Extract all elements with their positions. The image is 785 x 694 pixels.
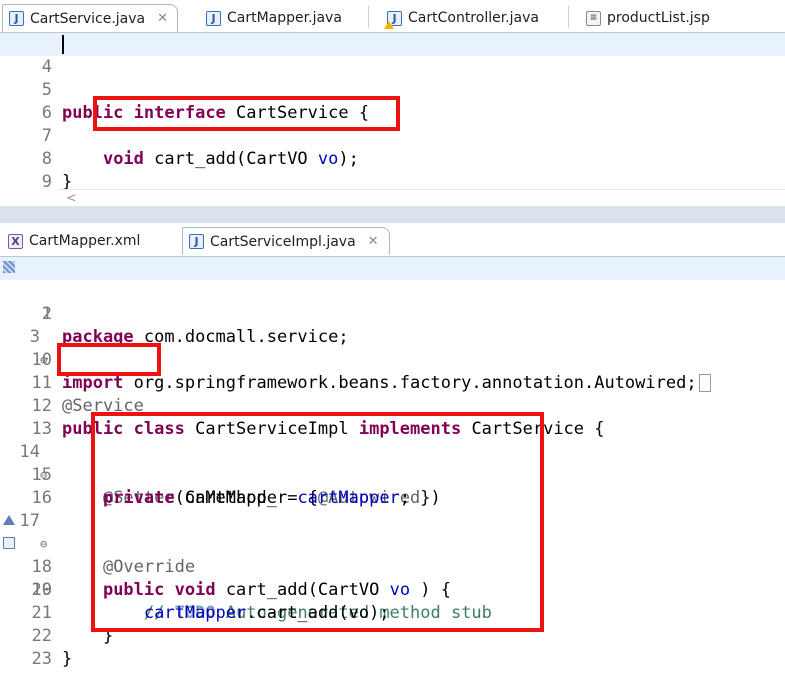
tab-productlist-jsp[interactable]: ≡ productList.jsp xyxy=(580,4,740,32)
code-line: 1 package com.docmall.service; xyxy=(0,257,785,347)
bottom-editor-tabbar: X CartMapper.xml J CartServiceImpl.java … xyxy=(0,223,785,257)
ruler-mark-icon xyxy=(3,261,15,273)
code-line: 19 // TODO Auto-generated method stub xyxy=(0,533,785,623)
java-file-icon: J xyxy=(189,234,204,249)
tab-cartmapper-xml[interactable]: X CartMapper.xml xyxy=(2,227,162,255)
code-line: 13 xyxy=(0,395,785,439)
java-file-icon: J xyxy=(9,11,24,26)
close-icon[interactable]: ✕ xyxy=(368,234,379,249)
tab-separator xyxy=(568,6,569,28)
tab-cartserviceimpl-java[interactable]: J CartServiceImpl.java ✕ xyxy=(182,227,390,255)
code-line: 18 public void cart_add(CartVO vo ) { xyxy=(0,510,785,600)
code-line: 22 } xyxy=(0,602,785,669)
cartservice-editor[interactable]: 4 5 public interface CartService { 6 7 v… xyxy=(0,33,785,215)
jsp-file-icon: ≡ xyxy=(586,10,601,26)
top-editor-tabbar: J CartService.java ✕ J CartMapper.java J… xyxy=(0,0,785,33)
override-marker-icon[interactable] xyxy=(3,515,15,525)
code-line: 16 xyxy=(0,464,785,508)
code-line: 3 ⊕ import org.springframework.beans.fac… xyxy=(0,303,785,393)
code-line: 7 void cart_add(CartVO vo); xyxy=(0,102,785,169)
code-line: 10 xyxy=(0,326,785,370)
tab-cartcontroller-java[interactable]: J CartController.java xyxy=(381,4,561,32)
code-line: 12 public class CartServiceImpl implemen… xyxy=(0,372,785,439)
xml-file-icon: X xyxy=(8,233,23,249)
code-line: 6 xyxy=(0,79,785,123)
tab-label: CartController.java xyxy=(408,10,539,26)
horizontal-scrollbar[interactable]: < xyxy=(58,189,785,207)
code-line: 11 @Service xyxy=(0,349,785,416)
cartserviceimpl-editor[interactable]: 1 package com.docmall.service; 2 3 ⊕ imp… xyxy=(0,257,785,693)
close-icon[interactable]: ✕ xyxy=(157,11,168,26)
tab-label: CartMapper.xml xyxy=(29,233,141,249)
scroll-left-icon[interactable]: < xyxy=(66,191,77,206)
code-line: 9 xyxy=(0,148,785,192)
tab-cartservice-java[interactable]: J CartService.java ✕ xyxy=(2,4,178,32)
code-line: 5 public interface CartService { xyxy=(0,56,785,123)
code-line: 17 ⊖ @Override xyxy=(0,487,785,577)
code-line: 20 cartMapper.cart_add(vo); xyxy=(0,556,785,623)
code-line: 14 ⊖ @Setter(onMethod_ = {@Autowired}) xyxy=(0,418,785,508)
line-number: 9 xyxy=(41,172,52,192)
tab-cartmapper-java[interactable]: J CartMapper.java xyxy=(200,4,360,32)
code-line: 2 xyxy=(0,280,785,324)
code-text: } xyxy=(62,649,73,669)
tab-label: CartService.java xyxy=(30,10,146,27)
tab-label: productList.jsp xyxy=(607,10,710,26)
java-file-warning-icon: J xyxy=(384,10,402,29)
tab-label: CartMapper.java xyxy=(227,10,342,26)
tab-separator xyxy=(368,6,369,28)
tab-label: CartServiceImpl.java xyxy=(210,233,356,250)
code-line: 21 } xyxy=(0,579,785,646)
editor-split-divider[interactable] xyxy=(0,206,785,223)
line-number: 23 xyxy=(31,649,52,669)
text-cursor xyxy=(62,35,64,54)
code-line: 4 xyxy=(0,33,785,77)
code-line: 23 xyxy=(0,625,785,669)
java-file-icon: J xyxy=(206,10,221,26)
code-line: 8 } xyxy=(0,125,785,192)
code-line: 15 private CartMapper cartMapper; xyxy=(0,441,785,508)
task-marker-icon[interactable] xyxy=(3,537,15,549)
